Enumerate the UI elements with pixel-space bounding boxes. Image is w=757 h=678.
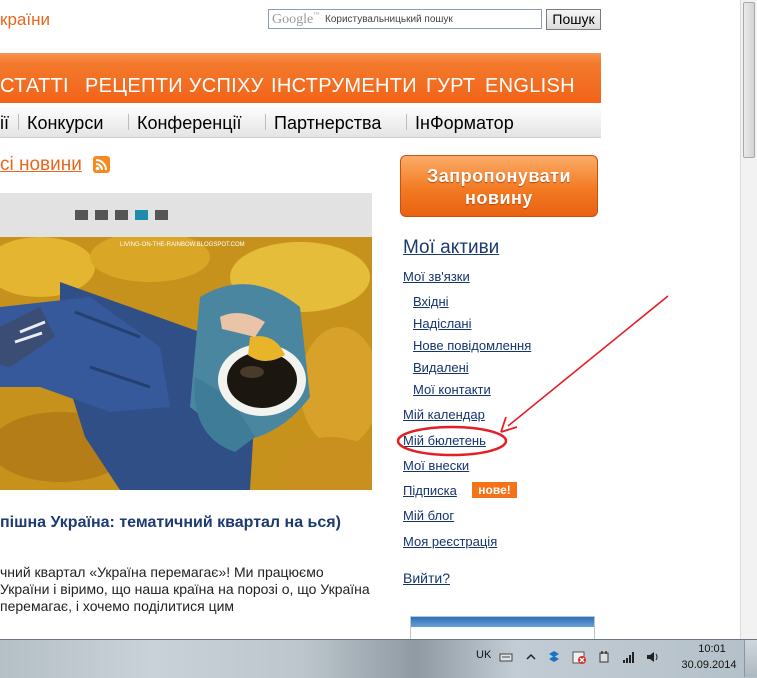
clock-date[interactable]: 30.09.2014	[676, 659, 742, 671]
clock-time[interactable]: 10:01	[690, 643, 734, 655]
annotation-circle	[396, 425, 508, 457]
power-icon[interactable]	[596, 649, 612, 665]
network-signal-icon[interactable]	[621, 649, 637, 665]
chevron-up-icon[interactable]	[523, 649, 539, 665]
language-indicator[interactable]: UK	[476, 649, 491, 661]
annotation-arrow-line	[507, 295, 669, 427]
volume-icon[interactable]	[645, 649, 661, 665]
dropbox-icon[interactable]	[546, 649, 562, 665]
scrollbar-thumb[interactable]	[743, 2, 755, 158]
taskbar	[0, 639, 757, 678]
keyboard-icon[interactable]	[498, 649, 514, 665]
security-alert-icon[interactable]	[571, 649, 587, 665]
annotation-overlay	[396, 295, 669, 457]
show-desktop-button[interactable]	[744, 640, 757, 677]
